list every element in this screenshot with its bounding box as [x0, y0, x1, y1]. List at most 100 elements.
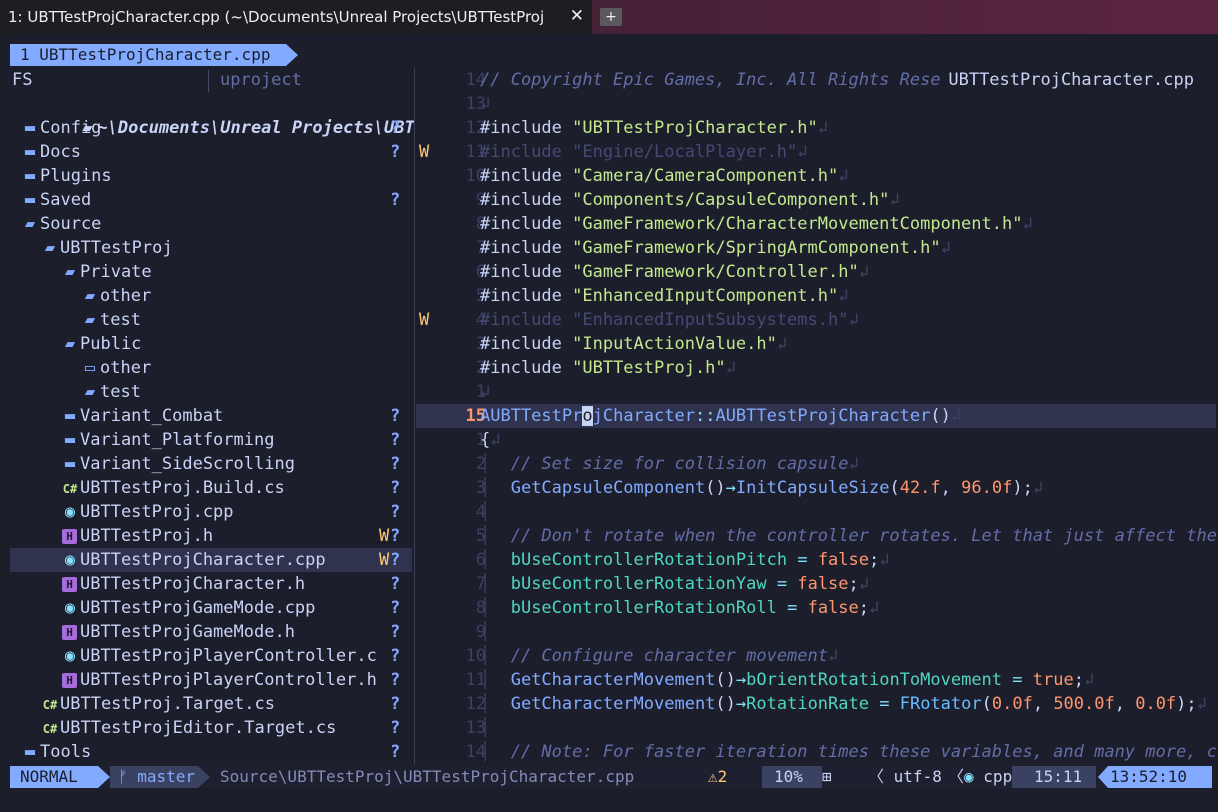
cursor-position: 15:11	[1012, 766, 1096, 788]
buffer-tab[interactable]: 1 UBTTestProjCharacter.cpp	[10, 44, 298, 66]
file-tree-item[interactable]: ▬ Variant_Platforming	[60, 428, 275, 452]
code-line[interactable]: #include "Engine/LocalPlayer.h"↲	[480, 140, 808, 164]
code-line[interactable]: │	[480, 716, 511, 740]
folder-open-icon: ▰	[44, 238, 56, 258]
code-line[interactable]: │	[480, 620, 511, 644]
folder-closed-icon: ▬	[24, 118, 36, 138]
code-line[interactable]: │	[480, 500, 511, 524]
code-line[interactable]: ↲	[480, 92, 490, 116]
git-untracked-marker: ?	[390, 574, 401, 594]
code-token: ↲	[940, 238, 951, 258]
code-line[interactable]: │ GetCapsuleComponent()→InitCapsuleSize(…	[480, 476, 1043, 500]
code-token: =	[879, 694, 890, 714]
file-tree-item[interactable]: ◉ UBTTestProjGameMode.cpp	[60, 596, 316, 620]
file-tree-item[interactable]: H UBTTestProjPlayerController.h	[60, 668, 377, 692]
file-tree-item[interactable]: C# UBTTestProj.Build.cs	[60, 476, 285, 500]
file-tree-item-label: UBTTestProjGameMode.h	[80, 622, 295, 642]
terminal-tab[interactable]: 1: UBTTestProjCharacter.cpp (~\Documents…	[0, 0, 592, 34]
code-line[interactable]: #include "GameFramework/Controller.h"↲	[480, 260, 869, 284]
git-branch[interactable]: ᚠ master	[110, 766, 210, 788]
code-line[interactable]: ↲	[480, 380, 490, 404]
code-editor[interactable]: 14// Copyright Epic Games, Inc. All Righ…	[416, 68, 1216, 764]
file-tree-item[interactable]: ▰ Private	[60, 260, 152, 284]
file-tree-item-label: other	[100, 286, 152, 306]
explorer-root[interactable]: ▰~\Documents\Unreal Projects\UBTTestPr	[16, 92, 414, 138]
code-line[interactable]: AUBTTestProjCharacter::AUBTTestProjChara…	[480, 404, 961, 428]
code-token: ↲	[480, 382, 491, 402]
code-line[interactable]: │ // Don't rotate when the controller ro…	[480, 524, 1216, 548]
file-tree-item[interactable]: ▬ Config	[20, 116, 102, 140]
code-line[interactable]: #include "Camera/CameraComponent.h"↲	[480, 164, 848, 188]
file-tree-item[interactable]: ▭ other	[80, 356, 151, 380]
code-line[interactable]: #include "Components/CapsuleComponent.h"…	[480, 188, 900, 212]
code-line[interactable]: #include "InputActionValue.h"↲	[480, 332, 787, 356]
code-line[interactable]: {↲	[480, 428, 501, 452]
code-line[interactable]: │ bUseControllerRotationPitch = false;↲	[480, 548, 890, 572]
file-tree-item[interactable]: ▬ Docs	[20, 140, 81, 164]
file-tree-item[interactable]: ▰ Source	[20, 212, 102, 236]
file-tree-item[interactable]: ▰ Public	[60, 332, 142, 356]
diagnostics-warnings[interactable]: ⚠2	[708, 766, 727, 788]
code-token: "GameFramework/CharacterMovementComponen…	[572, 214, 1023, 234]
git-branch-name: master	[137, 767, 196, 786]
folder-closed-icon: ▬	[64, 454, 76, 474]
explorer-header-uproject[interactable]: uproject	[220, 68, 302, 92]
file-tree-item[interactable]: ▰ test	[80, 308, 141, 332]
code-line[interactable]: #include "EnhancedInputComponent.h"↲	[480, 284, 848, 308]
code-line[interactable]: #include "UBTTestProj.h"↲	[480, 356, 736, 380]
code-token: );	[1176, 694, 1197, 714]
file-tree-item[interactable]: H UBTTestProjCharacter.h	[60, 572, 305, 596]
file-tree-item[interactable]: ▰ test	[80, 380, 141, 404]
code-line[interactable]: #include "UBTTestProjCharacter.h"↲	[480, 116, 828, 140]
file-tree-item[interactable]: ▬ Variant_SideScrolling	[60, 452, 295, 476]
code-line[interactable]: │ // Set size for collision capsule↲	[480, 452, 859, 476]
code-line[interactable]: #include "GameFramework/SpringArmCompone…	[480, 236, 951, 260]
file-tree-item[interactable]: H UBTTestProjGameMode.h	[60, 620, 295, 644]
code-token: // Configure character movement	[510, 646, 828, 666]
code-token: →	[735, 694, 747, 714]
file-tree-item-label: UBTTestProjPlayerController.c	[80, 646, 377, 666]
code-line[interactable]: │ GetCharacterMovement()→bOrientRotation…	[480, 668, 1094, 692]
git-branch-icon: ᚠ	[118, 767, 128, 786]
code-token: │	[480, 646, 511, 666]
file-tree-item[interactable]: C# UBTTestProjEditor.Target.cs	[40, 716, 337, 740]
file-tree-item[interactable]: ▰ UBTTestProj	[40, 236, 173, 260]
code-line[interactable]: #include "GameFramework/CharacterMovemen…	[480, 212, 1033, 236]
code-line[interactable]: // Copyright Epic Games, Inc. All Rights…	[480, 68, 951, 92]
code-token: =	[787, 598, 798, 618]
file-tree-item[interactable]: H UBTTestProj.h	[60, 524, 213, 548]
code-token: ↲	[1196, 694, 1207, 714]
close-icon[interactable]: ✕	[570, 6, 584, 26]
code-token: bUseControllerRotationPitch	[510, 550, 788, 570]
git-untracked-marker: ?	[390, 646, 401, 666]
code-token: =	[797, 550, 808, 570]
file-tree-item[interactable]: ◉ UBTTestProjPlayerController.c	[60, 644, 377, 668]
file-tree-item[interactable]: ◉ UBTTestProjCharacter.cpp	[60, 548, 326, 572]
file-tree-item[interactable]: ▰ other	[80, 284, 151, 308]
code-token: FRotator	[899, 694, 982, 714]
file-tree-item[interactable]: ◉ UBTTestProj.cpp	[60, 500, 234, 524]
code-token: ↲	[480, 94, 491, 114]
folder-open-icon: ▰	[24, 214, 36, 234]
file-tree-item[interactable]: C# UBTTestProj.Target.cs	[40, 692, 275, 716]
file-tree-item[interactable]: ▬ Tools	[20, 740, 91, 764]
code-line[interactable]: #include "EnhancedInputSubsystems.h"↲	[480, 308, 859, 332]
code-line[interactable]: │ // Configure character movement↲	[480, 644, 838, 668]
code-token: RotationRate	[746, 694, 869, 714]
code-token: #include "Engine/LocalPlayer.h"	[480, 142, 798, 162]
code-token: ↲	[848, 310, 859, 330]
git-untracked-marker: ?	[390, 742, 401, 762]
csharp-file-icon: C#	[42, 722, 58, 736]
file-tree-item[interactable]: ▬ Saved	[20, 188, 91, 212]
code-line[interactable]: │ bUseControllerRotationYaw = false;↲	[480, 572, 869, 596]
code-line[interactable]: │ GetCharacterMovement()→RotationRate = …	[480, 692, 1207, 716]
new-tab-button[interactable]: +	[600, 8, 622, 26]
code-token: │	[480, 622, 511, 642]
file-tree-item[interactable]: ▬ Plugins	[20, 164, 112, 188]
code-token: ↲	[817, 118, 829, 138]
code-line[interactable]: │ // Note: For faster iteration times th…	[480, 740, 1216, 764]
code-token: // Don't rotate when the controller rota…	[510, 526, 1216, 546]
code-line[interactable]: │ bUseControllerRotationRoll = false;↲	[480, 596, 879, 620]
file-tree-item[interactable]: ▬ Variant_Combat	[60, 404, 223, 428]
